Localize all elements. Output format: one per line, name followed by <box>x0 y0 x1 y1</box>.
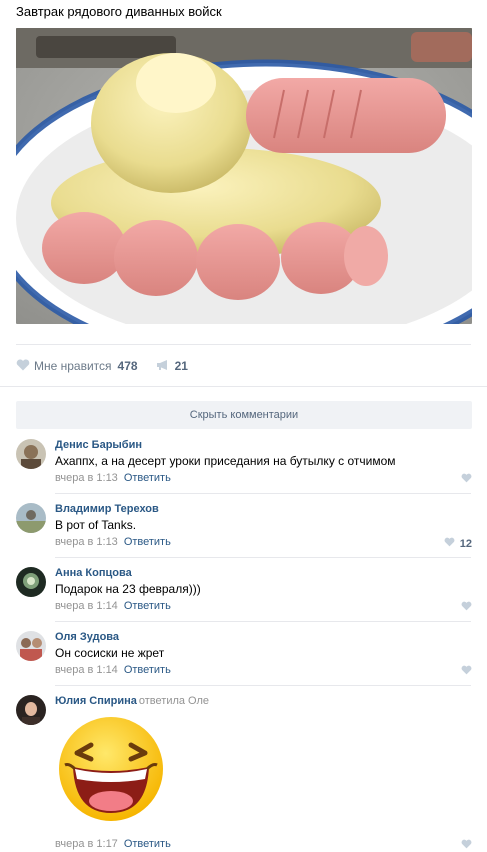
heart-icon <box>461 473 472 486</box>
comment-author[interactable]: Анна Копцова <box>55 567 132 579</box>
reply-to-label[interactable]: ответила Оле <box>139 695 209 707</box>
comment-meta: вчера в 1:13 Ответить <box>55 536 171 548</box>
comment-author: Юлия Спирина ответила Оле <box>55 695 209 707</box>
comment-like-button[interactable] <box>461 665 472 678</box>
comment-like-count: 12 <box>459 537 472 550</box>
reply-button[interactable]: Ответить <box>124 472 171 484</box>
heart-icon <box>461 601 472 614</box>
comment-author[interactable]: Денис Барыбин <box>55 439 142 451</box>
divider <box>16 344 471 345</box>
share-count: 21 <box>174 359 188 373</box>
comment-text: В рот of Tanks. <box>55 518 137 532</box>
avatar[interactable] <box>16 439 46 469</box>
megaphone-icon <box>156 359 169 374</box>
comment: Денис Барыбин Ахаппх, а на десерт уроки … <box>16 439 472 486</box>
comment: Оля Зудова Он сосиски не жрет вчера в 1:… <box>16 631 472 678</box>
comment-meta: вчера в 1:17 Ответить <box>55 838 171 850</box>
post-photo[interactable] <box>16 28 472 324</box>
divider <box>55 557 471 558</box>
heart-icon <box>444 537 455 550</box>
reply-button[interactable]: Ответить <box>124 838 171 850</box>
comment-like-button[interactable] <box>461 839 472 852</box>
like-button[interactable]: Мне нравится 478 <box>16 358 138 374</box>
divider <box>0 386 487 387</box>
laughing-smiley-sticker <box>55 713 167 830</box>
avatar[interactable] <box>16 631 46 661</box>
heart-icon <box>461 665 472 678</box>
comment-meta: вчера в 1:14 Ответить <box>55 600 171 612</box>
post-text: Завтрак рядового диванных войск <box>16 4 222 19</box>
comment-author[interactable]: Владимир Терехов <box>55 503 159 515</box>
like-count: 478 <box>117 359 138 373</box>
comment: Анна Копцова Подарок на 23 февраля))) вч… <box>16 567 472 614</box>
reply-button[interactable]: Ответить <box>124 664 171 676</box>
divider <box>55 685 471 686</box>
comment-time[interactable]: вчера в 1:14 <box>55 600 118 612</box>
divider <box>55 621 471 622</box>
post-actions: Мне нравится 478 21 <box>16 357 188 375</box>
comment-time[interactable]: вчера в 1:17 <box>55 838 118 850</box>
share-button[interactable]: 21 <box>156 359 188 374</box>
comment-text: Ахаппх, а на десерт уроки приседания на … <box>55 454 396 468</box>
comment-author[interactable]: Оля Зудова <box>55 631 119 643</box>
avatar[interactable] <box>16 503 46 533</box>
comment-text: Подарок на 23 февраля))) <box>55 582 201 596</box>
like-label: Мне нравится <box>34 359 112 373</box>
avatar[interactable] <box>16 567 46 597</box>
divider <box>55 493 471 494</box>
comment: Юлия Спирина ответила Оле вчера в 1:17 Отв… <box>16 695 472 850</box>
comment-time[interactable]: вчера в 1:13 <box>55 472 118 484</box>
comment-meta: вчера в 1:14 Ответить <box>55 664 171 676</box>
reply-button[interactable]: Ответить <box>124 600 171 612</box>
comment-time[interactable]: вчера в 1:13 <box>55 536 118 548</box>
comment-like-button[interactable]: 12 <box>444 537 472 550</box>
hide-comments-button[interactable]: Скрыть комментарии <box>16 401 472 429</box>
comment-text: Он сосиски не жрет <box>55 646 165 660</box>
comment-author-name[interactable]: Юлия Спирина <box>55 695 137 707</box>
comment-time[interactable]: вчера в 1:14 <box>55 664 118 676</box>
comment-like-button[interactable] <box>461 601 472 614</box>
heart-icon <box>461 839 472 852</box>
comment-like-button[interactable] <box>461 473 472 486</box>
comment: Владимир Терехов В рот of Tanks. вчера в… <box>16 503 472 550</box>
reply-button[interactable]: Ответить <box>124 536 171 548</box>
avatar[interactable] <box>16 695 46 725</box>
comment-meta: вчера в 1:13 Ответить <box>55 472 171 484</box>
heart-icon <box>16 358 30 374</box>
